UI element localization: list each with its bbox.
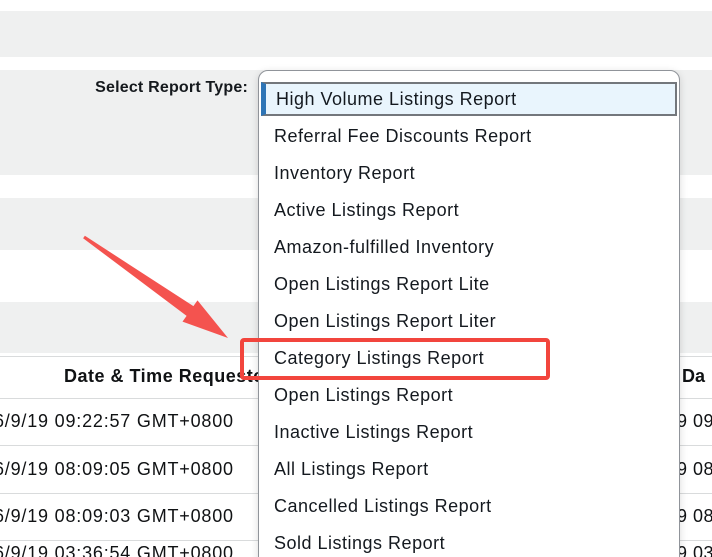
select-report-type-label: Select Report Type:: [0, 79, 248, 97]
dropdown-option[interactable]: Inventory Report: [259, 155, 679, 192]
table-cell-right-clipped: 9 09: [677, 410, 712, 432]
page-header-band: [0, 11, 712, 57]
table-cell-right-clipped: 9 08: [677, 458, 712, 480]
table-cell-date-requested: 6/9/19 08:09:05 GMT+0800: [0, 458, 234, 480]
dropdown-option[interactable]: Open Listings Report Liter: [259, 303, 679, 340]
red-highlight-box: [240, 338, 550, 380]
table-cell-date-requested: 6/9/19 03:36:54 GMT+0800: [0, 542, 234, 557]
dropdown-option[interactable]: Inactive Listings Report: [259, 414, 679, 451]
table-cell-right-clipped: 9 03: [677, 542, 712, 557]
report-type-dropdown[interactable]: High Volume Listings Report Referral Fee…: [258, 70, 680, 557]
report-type-option-list: High Volume Listings Report Referral Fee…: [259, 82, 679, 557]
table-cell-right-clipped: 9 08: [677, 505, 712, 527]
table-cell-date-requested: 6/9/19 09:22:57 GMT+0800: [0, 410, 234, 432]
dropdown-option[interactable]: Active Listings Report: [259, 192, 679, 229]
reports-page: Select Report Type: Date & Time Requeste…: [0, 0, 712, 557]
dropdown-option[interactable]: Referral Fee Discounts Report: [259, 118, 679, 155]
dropdown-option[interactable]: Open Listings Report Lite: [259, 266, 679, 303]
red-arrow-annotation: [68, 225, 238, 350]
dropdown-option[interactable]: Open Listings Report: [259, 377, 679, 414]
dropdown-option-selected[interactable]: High Volume Listings Report: [261, 82, 677, 116]
dropdown-option[interactable]: Sold Listings Report: [259, 525, 679, 557]
dropdown-option[interactable]: Amazon-fulfilled Inventory: [259, 229, 679, 266]
table-cell-date-requested: 6/9/19 08:09:03 GMT+0800: [0, 505, 234, 527]
dropdown-option[interactable]: All Listings Report: [259, 451, 679, 488]
column-header-right-clipped: Da: [682, 366, 705, 387]
dropdown-option[interactable]: Cancelled Listings Report: [259, 488, 679, 525]
